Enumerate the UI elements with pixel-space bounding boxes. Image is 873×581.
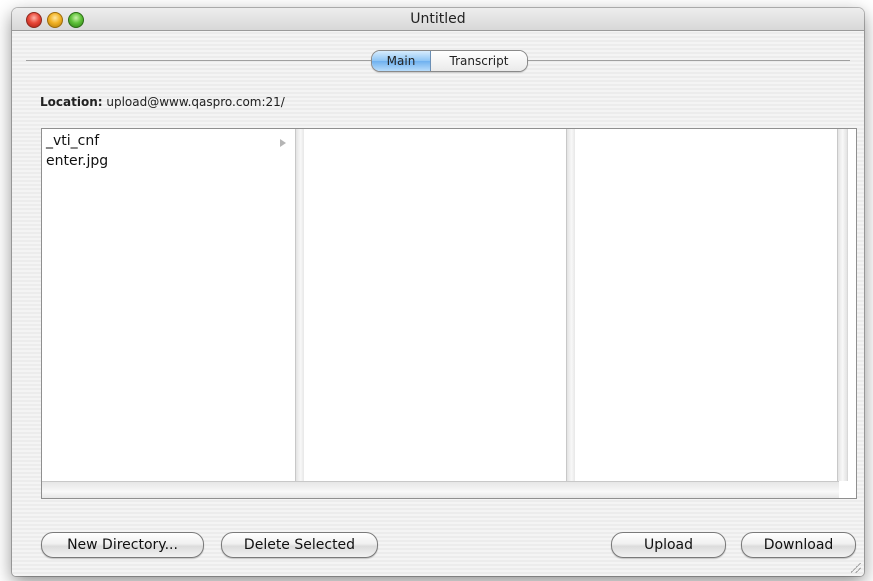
upload-button[interactable]: Upload [611, 532, 726, 558]
location-row: Location: upload@www.qaspro.com:21/ [40, 95, 285, 109]
resize-grip-icon[interactable] [851, 563, 861, 573]
column-3-scrollbar[interactable] [837, 129, 848, 481]
window-title: Untitled [410, 11, 466, 27]
browser-column-3[interactable] [575, 129, 837, 481]
delete-selected-button[interactable]: Delete Selected [221, 532, 378, 558]
browser-column-2[interactable] [304, 129, 566, 481]
download-button[interactable]: Download [741, 532, 856, 558]
location-label: Location: [40, 95, 103, 109]
list-item[interactable]: _vti_cnf [46, 131, 99, 151]
new-directory-button[interactable]: New Directory... [41, 532, 204, 558]
scroll-corner [839, 481, 856, 498]
chevron-right-icon [280, 139, 286, 147]
tab-main[interactable]: Main [372, 51, 431, 71]
tab-transcript[interactable]: Transcript [431, 51, 527, 71]
item-label: _vti_cnf [46, 133, 100, 149]
tab-divider-left [26, 60, 371, 61]
list-item[interactable]: enter.jpg [46, 151, 108, 171]
tab-divider-right [526, 60, 850, 61]
item-label: enter.jpg [46, 153, 109, 169]
title-bar[interactable]: Untitled [12, 8, 864, 31]
file-browser[interactable]: _vti_cnf enter.jpg [41, 128, 857, 499]
tab-bar: Main Transcript [371, 50, 528, 72]
location-value: upload@www.qaspro.com:21/ [106, 95, 285, 109]
browser-column-1[interactable]: _vti_cnf enter.jpg [42, 129, 295, 481]
main-window: Untitled Main Transcript Location: uploa… [12, 8, 864, 576]
horizontal-scrollbar[interactable] [42, 481, 839, 498]
